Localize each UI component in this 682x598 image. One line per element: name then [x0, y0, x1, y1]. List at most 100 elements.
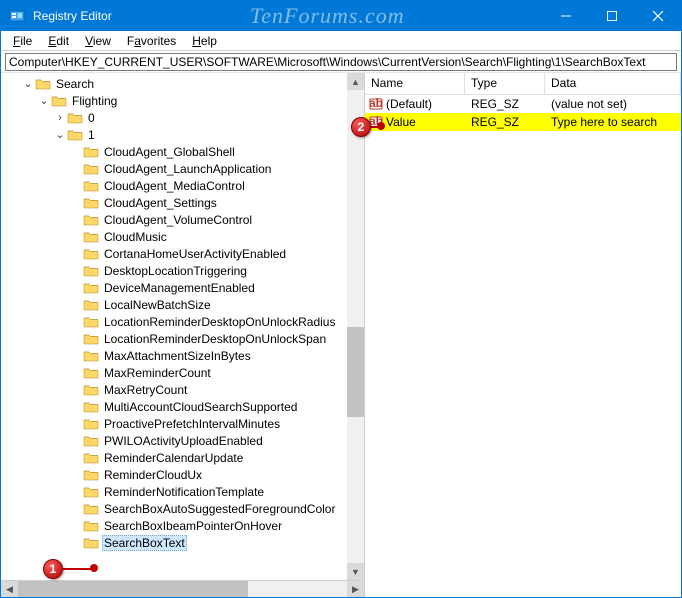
- tree-item-label: SearchBoxText: [102, 535, 187, 551]
- callout-2-dot: [377, 122, 385, 130]
- tree-item[interactable]: MaxAttachmentSizeInBytes: [1, 347, 364, 364]
- tree-item[interactable]: ⌄1: [1, 126, 364, 143]
- tree-item[interactable]: ⌄Search: [1, 75, 364, 92]
- folder-icon: [83, 162, 99, 176]
- tree-item[interactable]: LocalNewBatchSize: [1, 296, 364, 313]
- folder-icon: [83, 485, 99, 499]
- expand-icon[interactable]: ⌄: [21, 77, 35, 90]
- scroll-thumb-h[interactable]: [18, 581, 248, 598]
- column-data[interactable]: Data: [545, 73, 681, 94]
- callout-1: 1: [43, 559, 63, 579]
- value-data: (value not set): [545, 97, 681, 111]
- tree-item[interactable]: CortanaHomeUserActivityEnabled: [1, 245, 364, 262]
- tree-item-label: LocationReminderDesktopOnUnlockSpan: [102, 332, 328, 346]
- column-type[interactable]: Type: [465, 73, 545, 94]
- menu-file[interactable]: File: [5, 32, 40, 50]
- tree-item[interactable]: SearchBoxAutoSuggestedForegroundColor: [1, 500, 364, 517]
- tree-item[interactable]: CloudAgent_VolumeControl: [1, 211, 364, 228]
- tree-item[interactable]: ReminderCalendarUpdate: [1, 449, 364, 466]
- folder-icon: [83, 179, 99, 193]
- tree-horizontal-scrollbar[interactable]: ◀ ▶: [1, 580, 364, 597]
- close-button[interactable]: [635, 1, 681, 31]
- value-row[interactable]: ab(Default)REG_SZ(value not set): [365, 95, 681, 113]
- tree-item-label: MaxReminderCount: [102, 366, 213, 380]
- tree-item-label: CloudAgent_Settings: [102, 196, 219, 210]
- folder-icon: [83, 383, 99, 397]
- folder-icon: [51, 94, 67, 108]
- folder-icon: [83, 247, 99, 261]
- folder-icon: [83, 400, 99, 414]
- scroll-right-icon[interactable]: ▶: [347, 581, 364, 598]
- tree-item[interactable]: CloudAgent_LaunchApplication: [1, 160, 364, 177]
- folder-icon: [83, 196, 99, 210]
- folder-icon: [83, 502, 99, 516]
- tree-item[interactable]: ProactivePrefetchIntervalMinutes: [1, 415, 364, 432]
- expand-icon[interactable]: ⌄: [53, 128, 67, 141]
- tree-item[interactable]: PWILOActivityUploadEnabled: [1, 432, 364, 449]
- scroll-down-icon[interactable]: ▼: [347, 563, 364, 580]
- tree-item[interactable]: ›0: [1, 109, 364, 126]
- regedit-icon: [9, 8, 25, 24]
- folder-icon: [35, 77, 51, 91]
- folder-icon: [83, 264, 99, 278]
- expand-icon[interactable]: ⌄: [37, 94, 51, 107]
- tree-item[interactable]: MaxRetryCount: [1, 381, 364, 398]
- callout-1-line: [63, 568, 91, 570]
- menu-help[interactable]: Help: [184, 32, 225, 50]
- expand-icon[interactable]: ›: [53, 112, 67, 124]
- tree-pane: ⌄Search⌄Flighting›0⌄1CloudAgent_GlobalSh…: [1, 73, 365, 597]
- folder-icon: [83, 315, 99, 329]
- tree-item[interactable]: ReminderCloudUx: [1, 466, 364, 483]
- tree-item-label: ReminderNotificationTemplate: [102, 485, 266, 499]
- folder-icon: [83, 230, 99, 244]
- tree-item[interactable]: MultiAccountCloudSearchSupported: [1, 398, 364, 415]
- tree-item[interactable]: MaxReminderCount: [1, 364, 364, 381]
- tree-item-label: CloudMusic: [102, 230, 169, 244]
- svg-text:ab: ab: [369, 97, 383, 110]
- menu-edit[interactable]: Edit: [40, 32, 77, 50]
- tree-item[interactable]: ReminderNotificationTemplate: [1, 483, 364, 500]
- value-name: (Default): [386, 97, 432, 111]
- tree-item[interactable]: DesktopLocationTriggering: [1, 262, 364, 279]
- content-area: ⌄Search⌄Flighting›0⌄1CloudAgent_GlobalSh…: [1, 73, 681, 597]
- tree-item[interactable]: ⌄Flighting: [1, 92, 364, 109]
- window-controls: [543, 1, 681, 31]
- tree-item[interactable]: CloudAgent_Settings: [1, 194, 364, 211]
- values-pane: Name Type Data ab(Default)REG_SZ(value n…: [365, 73, 681, 597]
- tree-item-label: SearchBoxIbeamPointerOnHover: [102, 519, 284, 533]
- tree-item-selected[interactable]: SearchBoxText: [1, 534, 364, 551]
- address-input[interactable]: [5, 53, 677, 71]
- menu-view[interactable]: View: [77, 32, 119, 50]
- folder-icon: [83, 281, 99, 295]
- folder-icon: [67, 128, 83, 142]
- window-title: Registry Editor: [33, 9, 112, 23]
- callout-1-dot: [90, 564, 98, 572]
- watermark: TenForums.com: [112, 3, 543, 29]
- value-row[interactable]: abValueREG_SZType here to search: [365, 113, 681, 131]
- tree-item[interactable]: LocationReminderDesktopOnUnlockRadius: [1, 313, 364, 330]
- folder-icon: [83, 298, 99, 312]
- tree-vertical-scrollbar[interactable]: ▲ ▼: [347, 73, 364, 580]
- tree-item-label: MultiAccountCloudSearchSupported: [102, 400, 299, 414]
- maximize-button[interactable]: [589, 1, 635, 31]
- folder-icon: [67, 111, 83, 125]
- tree-item[interactable]: CloudAgent_GlobalShell: [1, 143, 364, 160]
- tree-item[interactable]: CloudAgent_MediaControl: [1, 177, 364, 194]
- column-name[interactable]: Name: [365, 73, 465, 94]
- tree-item[interactable]: LocationReminderDesktopOnUnlockSpan: [1, 330, 364, 347]
- scroll-thumb[interactable]: [347, 327, 364, 417]
- menu-favorites[interactable]: Favorites: [119, 32, 184, 50]
- folder-icon: [83, 451, 99, 465]
- scroll-left-icon[interactable]: ◀: [1, 581, 18, 598]
- minimize-button[interactable]: [543, 1, 589, 31]
- reg-string-icon: ab: [369, 97, 383, 111]
- folder-icon: [83, 536, 99, 550]
- tree-item[interactable]: SearchBoxIbeamPointerOnHover: [1, 517, 364, 534]
- tree-item[interactable]: CloudMusic: [1, 228, 364, 245]
- values-header: Name Type Data: [365, 73, 681, 95]
- tree-item-label: PWILOActivityUploadEnabled: [102, 434, 265, 448]
- value-name: Value: [386, 115, 416, 129]
- scroll-up-icon[interactable]: ▲: [347, 73, 364, 90]
- menubar: File Edit View Favorites Help: [1, 31, 681, 51]
- tree-item[interactable]: DeviceManagementEnabled: [1, 279, 364, 296]
